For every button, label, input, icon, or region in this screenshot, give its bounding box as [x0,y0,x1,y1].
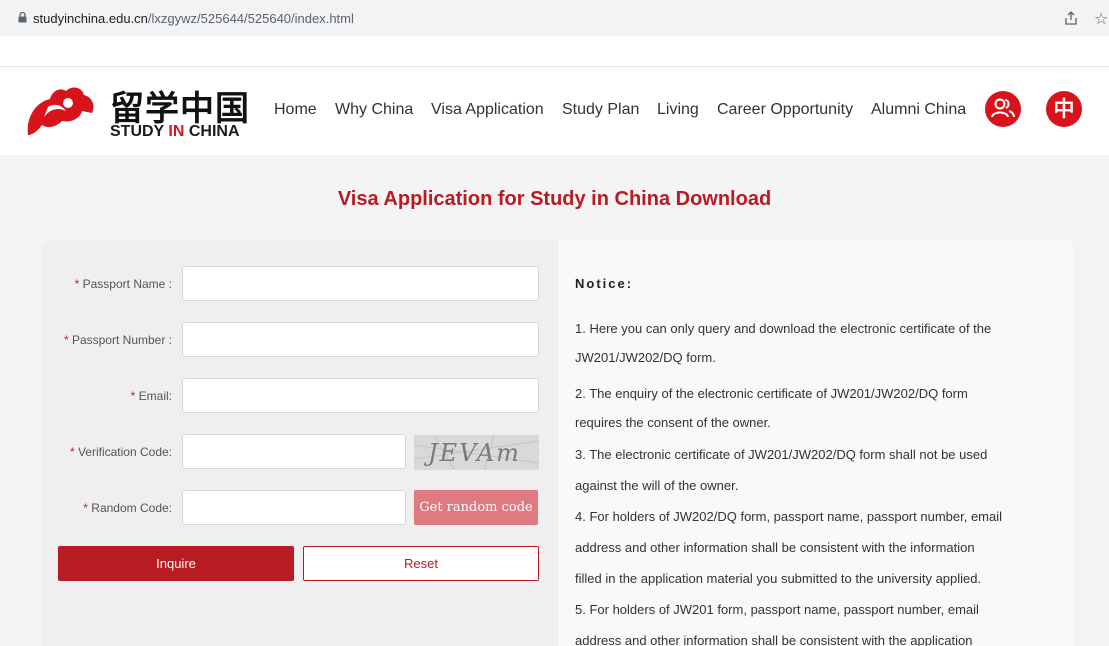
nav-home[interactable]: Home [274,101,317,119]
users-icon [991,98,1015,118]
reset-button[interactable]: Reset [303,546,539,581]
notice-line: filled in the application material you s… [575,571,982,586]
nav-why-china[interactable]: Why China [335,101,413,119]
share-icon[interactable] [1063,10,1079,26]
notice-line: against the will of the owner. [575,478,739,493]
inquiry-form: * Passport Name : * Passport Number : * … [41,240,558,646]
email-input[interactable] [182,378,539,413]
url-path: /lxzgywz/525644/525640/index.html [147,11,354,26]
notice-line: address and other information shall be c… [575,633,973,646]
passport-name-input[interactable] [182,266,539,301]
verification-code-label: * Verification Code: [69,445,172,459]
verification-code-input[interactable] [182,434,406,469]
passport-number-label: * Passport Number : [63,333,172,347]
user-account-button[interactable] [985,91,1021,127]
notice-line: requires the consent of the owner. [575,415,771,430]
browser-address-bar: studyinchina.edu.cn/lxzgywz/525644/52564… [0,0,1109,36]
bookmark-star-icon[interactable]: ☆ [1094,9,1108,29]
notice-line: 1. Here you can only query and download … [575,321,992,336]
random-code-label: * Random Code: [83,501,172,515]
passport-name-label: * Passport Name : [74,277,172,291]
notice-panel: Notice: 1. Here you can only query and d… [559,240,1074,646]
language-switch-button[interactable]: 中 [1046,91,1082,127]
passport-number-input[interactable] [182,322,539,357]
logo-english-text: STUDY IN CHINA [110,123,240,140]
nav-living[interactable]: Living [657,101,699,119]
site-logo[interactable]: 留学中国 STUDY IN CHINA [22,81,252,143]
random-code-input[interactable] [182,490,406,525]
nav-alumni-china[interactable]: Alumni China [871,101,966,119]
notice-title: Notice: [575,276,634,291]
notice-line: 5. For holders of JW201 form, passport n… [575,602,979,617]
lock-icon [18,12,27,23]
nav-study-plan[interactable]: Study Plan [562,101,639,119]
notice-line: 2. The enquiry of the electronic certifi… [575,386,968,401]
captcha-text: JEVAm [423,439,521,467]
main-content: Visa Application for Study in China Down… [0,155,1109,646]
captcha-image[interactable]: JEVAm [414,435,539,470]
url-text[interactable]: studyinchina.edu.cn/lxzgywz/525644/52564… [33,11,354,26]
notice-line: 3. The electronic certificate of JW201/J… [575,447,988,462]
url-domain: studyinchina.edu.cn [33,11,148,26]
get-random-code-button[interactable]: Get random code [414,490,538,525]
notice-line: 4. For holders of JW202/DQ form, passpor… [575,509,1003,524]
captcha-graphic: JEVAm [414,435,539,470]
inquire-button[interactable]: Inquire [58,546,294,581]
site-header: 留学中国 STUDY IN CHINA Home Why China Visa … [0,66,1109,154]
logo-emblem-icon [27,87,94,135]
page-title: Visa Application for Study in China Down… [337,188,772,210]
notice-line: address and other information shall be c… [575,540,975,555]
email-label: * Email: [130,389,172,403]
notice-line: JW201/JW202/DQ form. [575,350,716,365]
nav-career-opportunity[interactable]: Career Opportunity [717,101,853,119]
nav-visa-application[interactable]: Visa Application [431,101,544,119]
